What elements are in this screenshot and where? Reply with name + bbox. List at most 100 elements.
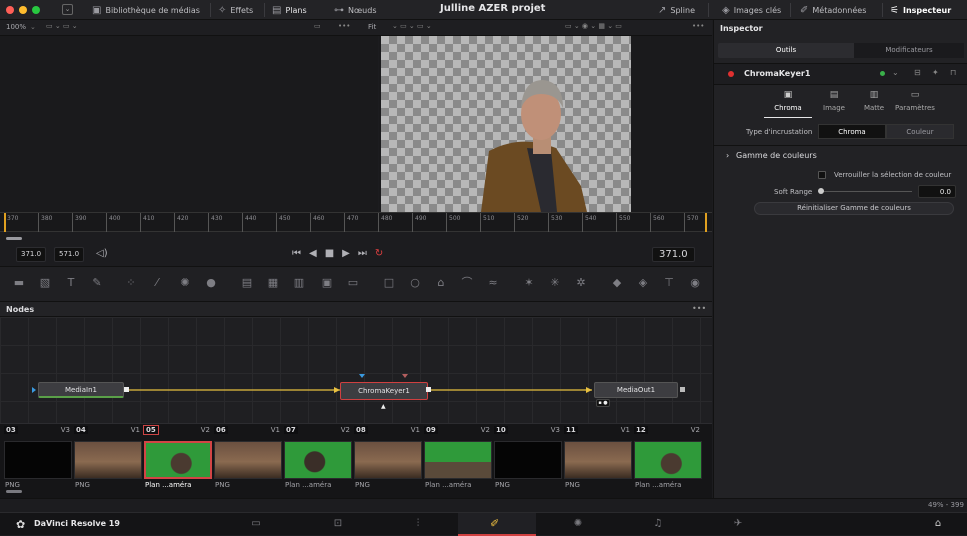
clip-item[interactable]: 12 V2 Plan ...améra (634, 426, 702, 496)
media-pool-button[interactable]: ▣ Bibliothèque de médias (92, 0, 200, 20)
more-icon[interactable]: ••• (692, 22, 704, 30)
shape3d-tool-icon[interactable]: ◆ (610, 277, 624, 289)
section-chevron-icon[interactable]: › (726, 151, 729, 160)
clip-item[interactable]: 07 V2 Plan ...améra (284, 426, 352, 496)
matte-tool-icon[interactable]: ▣ (320, 277, 334, 289)
node-chromakeyer[interactable]: ChromaKeyer1 (340, 382, 428, 400)
pin-icon[interactable]: ✦ (932, 68, 939, 77)
clip-item[interactable]: 09 V2 Plan ...améra (424, 426, 492, 496)
nodes-button[interactable]: ⊶ Nœuds (334, 0, 376, 20)
subtab-settings[interactable]: ▭ Paramètres (894, 90, 936, 118)
clip-item[interactable]: 11 V1 PNG (564, 426, 632, 496)
node-enable-toggle[interactable] (728, 71, 734, 77)
tab-modifiers[interactable]: Modificateurs (854, 43, 964, 58)
more-icon[interactable]: ••• (692, 304, 706, 313)
playhead[interactable] (4, 213, 6, 233)
keytype-color[interactable]: Couleur (886, 124, 954, 139)
output-port[interactable] (680, 387, 685, 392)
viewer-layout-icon[interactable]: ▭ (314, 22, 321, 30)
reset-color-range-button[interactable]: Réinitialiser Gamme de couleurs (754, 202, 954, 215)
chevron-down-icon[interactable]: ⌄ (30, 23, 36, 31)
keyframes-button[interactable]: ◈ Images clés (722, 0, 781, 20)
output-port[interactable] (426, 387, 431, 392)
time-ruler[interactable]: 370 380 390 400 410 420 430 440 450 460 … (0, 212, 712, 233)
mask-tool-icon[interactable]: ▭ (346, 277, 360, 289)
clip-item[interactable]: 08 V1 PNG (354, 426, 422, 496)
output-port[interactable] (124, 387, 129, 392)
camera3d-tool-icon[interactable]: ⊤ (662, 277, 676, 289)
go-to-end-icon[interactable]: ⏭ (358, 248, 375, 259)
clip-item[interactable]: 05 V2 Plan ...améra (143, 425, 212, 496)
color-page-icon[interactable]: ✺ (566, 518, 590, 532)
color-tool-icon[interactable]: ✺ (178, 277, 192, 289)
background-tool-icon[interactable]: ▬ (12, 277, 26, 289)
media-page-icon[interactable]: ▭ (244, 518, 268, 532)
lock-icon[interactable]: ⊓ (950, 68, 956, 77)
fit-select[interactable]: Fit (368, 23, 376, 31)
rectangle-mask-icon[interactable]: □ (382, 277, 396, 289)
particle-style-icon[interactable]: ✲ (574, 277, 588, 289)
fusion-page-tab[interactable]: ✐ (458, 513, 536, 536)
tab-tools[interactable]: Outils (718, 43, 854, 58)
renderer3d-tool-icon[interactable]: ◉ (688, 277, 702, 289)
fairlight-page-icon[interactable]: ♫ (646, 518, 670, 532)
soft-range-slider[interactable] (820, 191, 912, 192)
viewer-left[interactable] (0, 36, 378, 212)
polygon-mask-icon[interactable]: ⌂ (434, 277, 448, 289)
ellipse-mask-icon[interactable]: ○ (408, 277, 422, 289)
viewer-tools-icon[interactable]: ▭ ⌄ ◉ ⌄ ▦ ⌄ ▭ (565, 22, 622, 30)
stop-icon[interactable]: ■ (325, 248, 342, 259)
particle-emitter-icon[interactable]: ✶ (522, 277, 536, 289)
node-color-dot[interactable] (880, 71, 885, 76)
soft-range-value[interactable]: 0.0 (918, 185, 956, 198)
section-title[interactable]: Gamme de couleurs (736, 151, 817, 160)
clip-item[interactable]: 10 V3 PNG (494, 426, 562, 496)
edit-page-icon[interactable]: ⫶ (406, 518, 430, 532)
effects-button[interactable]: ✧ Effets (218, 0, 253, 20)
play-icon[interactable]: ▶ (342, 248, 358, 259)
keytype-chroma[interactable]: Chroma (818, 124, 886, 139)
viewer-right[interactable] (379, 36, 712, 212)
out-point-field[interactable]: 571.0 (54, 247, 85, 262)
particle-render-icon[interactable]: ✳ (548, 277, 562, 289)
brush-tool-icon[interactable]: ⁄ (150, 277, 164, 289)
more-icon[interactable]: ••• (338, 22, 350, 30)
paint-tool-icon[interactable]: ✎ (90, 277, 104, 289)
lock-selection-checkbox[interactable] (818, 171, 826, 179)
scrub-handle[interactable] (6, 237, 22, 240)
viewer-options-icon[interactable]: ▭ ⌄ ▭ ⌄ (46, 22, 78, 30)
blur-tool-icon[interactable]: ● (204, 277, 218, 289)
version-icon[interactable]: ⊟ (914, 68, 921, 77)
chevron-down-icon[interactable]: ⌄ (62, 4, 73, 15)
viewer-options-icon[interactable]: ⌄ ▭ ⌄ ▭ ⌄ (392, 22, 432, 30)
cut-page-icon[interactable]: ⊡ (326, 518, 350, 532)
channel-tool-icon[interactable]: ▦ (266, 277, 280, 289)
merge-tool-icon[interactable]: ▤ (240, 277, 254, 289)
merge3d-tool-icon[interactable]: ◈ (636, 277, 650, 289)
subtab-matte[interactable]: ▥ Matte (854, 90, 894, 118)
window-close-button[interactable] (6, 6, 14, 14)
text-tool-icon[interactable]: T (64, 277, 78, 289)
subtab-image[interactable]: ▤ Image (814, 90, 854, 118)
clips-button[interactable]: ▤ Plans (272, 0, 307, 20)
clip-scrollbar[interactable] (6, 490, 22, 493)
go-to-start-icon[interactable]: ⏮ (292, 248, 309, 259)
image-tool-icon[interactable]: ▧ (38, 277, 52, 289)
home-icon[interactable]: ⌂ (926, 518, 950, 532)
deliver-page-icon[interactable]: ✈ (726, 518, 750, 532)
inspector-button[interactable]: ⚟ Inspecteur (890, 0, 951, 20)
spline-button[interactable]: ↗ Spline (658, 0, 695, 20)
clip-item[interactable]: 04 V1 PNG (74, 426, 142, 496)
current-timecode[interactable]: 371.0 (652, 247, 695, 262)
subtab-chroma[interactable]: ▣ Chroma (764, 90, 812, 118)
metadata-button[interactable]: ✐ Métadonnées (800, 0, 866, 20)
scrub-bar[interactable] (0, 232, 712, 244)
transform-tool-icon[interactable]: ▥ (292, 277, 306, 289)
clip-item[interactable]: 03 V3 PNG (4, 426, 72, 496)
clip-item[interactable]: 06 V1 PNG (214, 426, 282, 496)
zoom-select[interactable]: 100% (6, 23, 26, 31)
particles-tool-icon[interactable]: ⁘ (124, 277, 138, 289)
loop-icon[interactable]: ↻ (375, 248, 391, 259)
node-mediain[interactable]: MediaIn1 (38, 382, 124, 398)
out-marker[interactable] (705, 213, 707, 233)
